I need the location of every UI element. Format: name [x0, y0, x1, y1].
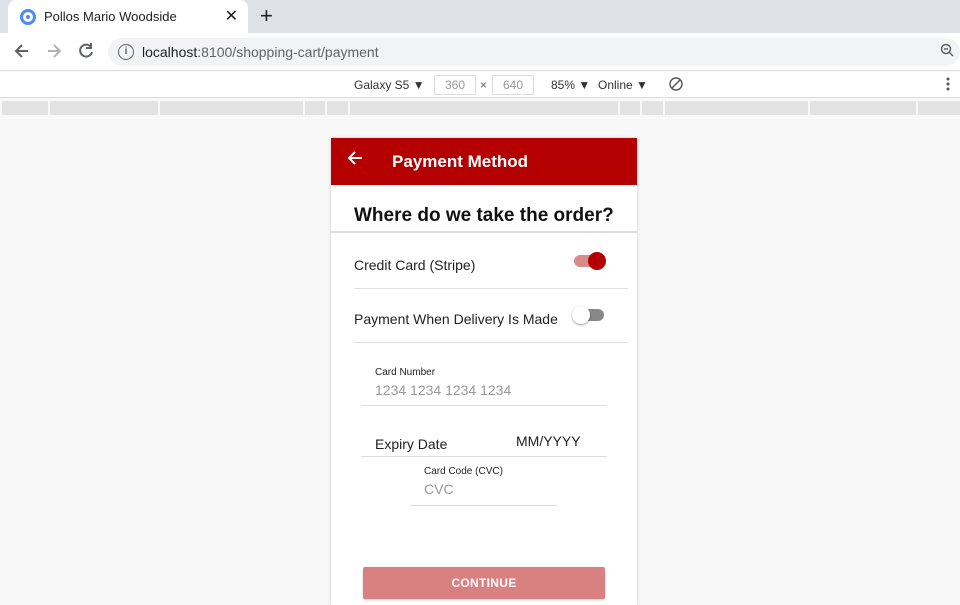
tab-title: Pollos Mario Woodside [44, 9, 177, 24]
width-input[interactable]: 360 [434, 75, 476, 95]
ruler-segment[interactable] [50, 101, 158, 115]
new-tab-button[interactable]: + [260, 4, 273, 28]
url-text: localhost:8100/shopping-cart/payment [142, 44, 379, 60]
forward-arrow-icon[interactable] [44, 41, 64, 65]
expiry-date-input[interactable]: MM/YYYY [516, 433, 581, 449]
continue-button[interactable]: CONTINUE [363, 567, 605, 599]
payment-option-on-delivery[interactable]: Payment When Delivery Is Made [354, 289, 628, 343]
option-label: Payment When Delivery Is Made [354, 311, 558, 327]
height-input[interactable]: 640 [492, 75, 534, 95]
ruler-segment[interactable] [305, 101, 325, 115]
on-delivery-toggle[interactable] [572, 306, 604, 324]
more-options-icon[interactable] [945, 76, 951, 95]
zoom-select[interactable]: 85% ▼ [551, 78, 590, 92]
rotate-icon[interactable] [668, 76, 684, 95]
address-bar[interactable]: i localhost:8100/shopping-cart/payment [108, 38, 960, 66]
cvc-input[interactable]: CVC [424, 481, 454, 497]
browser-tab[interactable]: Pollos Mario Woodside ✕ [8, 0, 248, 33]
device-viewport: Payment Method Where do we take the orde… [331, 138, 637, 605]
cvc-field[interactable]: Card Code (CVC) CVC [410, 460, 557, 506]
zoom-icon[interactable] [940, 43, 954, 61]
page-title: Payment Method [392, 152, 529, 171]
ruler-segment[interactable] [665, 101, 808, 115]
section-title: Where do we take the order? [354, 205, 614, 226]
close-tab-icon[interactable]: ✕ [225, 6, 238, 26]
device-select[interactable]: Galaxy S5 ▼ [354, 78, 425, 92]
ruler-segment[interactable] [918, 101, 960, 115]
payment-option-credit-card[interactable]: Credit Card (Stripe) [354, 235, 628, 289]
cvc-label: Card Code (CVC) [424, 466, 503, 477]
expiry-date-field[interactable]: Expiry Date MM/YYYY [361, 408, 607, 457]
site-info-icon[interactable]: i [118, 44, 134, 60]
ruler-segment[interactable] [642, 101, 663, 115]
ruler-segment[interactable] [327, 101, 348, 115]
device-toolbar: Galaxy S5 ▼ 360 × 640 85% ▼ Online ▼ [0, 72, 960, 98]
ruler-segment[interactable] [350, 101, 618, 115]
times-sign: × [480, 78, 488, 92]
ruler-segment[interactable] [2, 101, 48, 115]
back-arrow-icon[interactable] [345, 148, 365, 173]
tab-bar: Pollos Mario Woodside ✕ + [0, 0, 960, 33]
section-header: Where do we take the order? [331, 187, 637, 233]
ruler-segment[interactable] [620, 101, 640, 115]
card-number-label: Card Number [375, 367, 436, 378]
card-number-input[interactable]: 1234 1234 1234 1234 [375, 382, 511, 398]
card-number-field[interactable]: Card Number 1234 1234 1234 1234 [361, 360, 607, 406]
ruler-segment[interactable] [810, 101, 916, 115]
option-label: Credit Card (Stripe) [354, 257, 476, 273]
network-select[interactable]: Online ▼ [598, 78, 648, 92]
ionic-favicon-icon [20, 9, 36, 25]
ruler-segment[interactable] [160, 101, 303, 115]
app-header: Payment Method [331, 138, 637, 185]
media-query-ruler [0, 99, 960, 116]
credit-card-toggle[interactable] [574, 252, 606, 270]
reload-icon[interactable] [76, 41, 96, 65]
back-arrow-icon[interactable] [12, 41, 32, 65]
browser-toolbar: i localhost:8100/shopping-cart/payment [0, 33, 960, 71]
expiry-date-label: Expiry Date [375, 436, 448, 452]
